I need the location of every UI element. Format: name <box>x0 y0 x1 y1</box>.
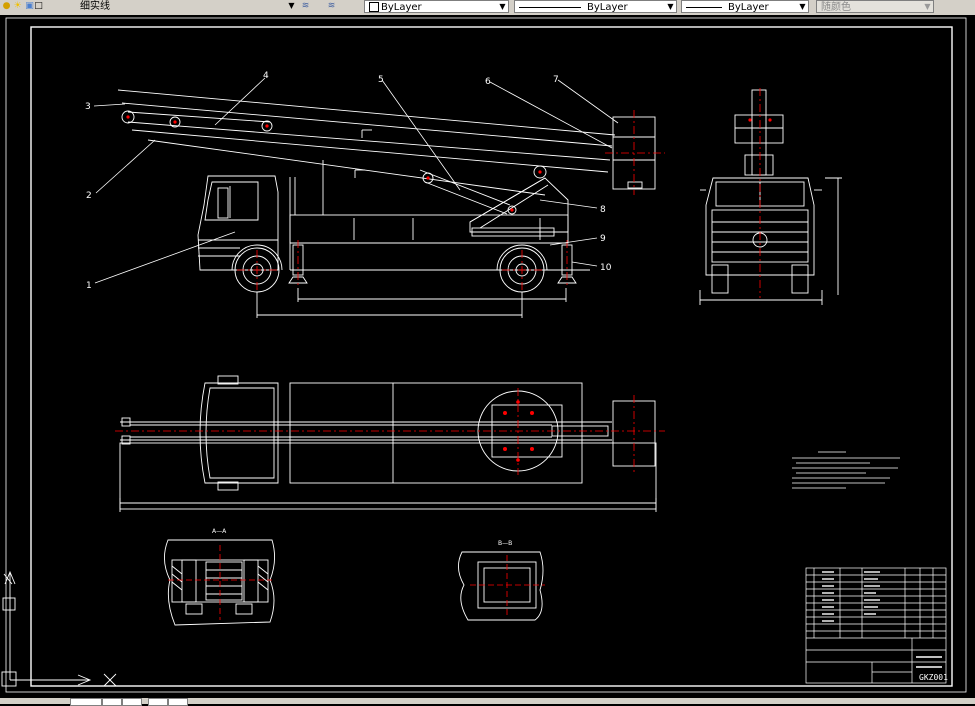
plotstyle-combo: 随颜色 ▼ <box>816 0 934 13</box>
drawing-number: GKZ001 <box>919 673 948 682</box>
color-square-icon[interactable]: □ <box>33 1 44 12</box>
color-combo[interactable]: ByLayer ▼ <box>364 0 509 13</box>
callout-6: 6 <box>485 77 491 87</box>
chevron-down-icon: ▼ <box>924 2 931 11</box>
callout-1: 1 <box>86 281 92 291</box>
plotstyle-combo-value: 随颜色 <box>821 2 851 13</box>
callout-5: 5 <box>378 75 384 85</box>
layer-combo[interactable]: 细实线 ▼ <box>76 0 297 13</box>
layout-tabs-bar <box>0 698 975 706</box>
tab-layout2[interactable] <box>122 698 142 706</box>
tab-layout1[interactable] <box>102 698 122 706</box>
section-a-label: A—A <box>212 528 227 535</box>
callout-9: 9 <box>600 234 606 244</box>
color-swatch-icon <box>369 2 379 12</box>
properties-toolbar: ● ☀ ▣ □ 细实线 ▼ ≋ ≋ ByLayer ▼ ByLayer ▼ By… <box>0 0 975 16</box>
chevron-down-icon[interactable]: ▼ <box>286 0 297 11</box>
section-b-label: B—B <box>498 540 512 547</box>
front-view-pin <box>768 118 772 122</box>
current-layer-label: 细实线 <box>80 1 110 12</box>
tab-model[interactable] <box>70 698 102 706</box>
lineweight-combo-value: ByLayer <box>728 2 769 13</box>
lineweight-combo[interactable]: ByLayer ▼ <box>681 0 809 13</box>
chevron-down-icon[interactable]: ▼ <box>797 1 808 12</box>
drawing-canvas[interactable]: 1 2 3 4 5 6 7 8 9 10 A—A B—B GKZ001 <box>0 15 975 698</box>
front-view-pin <box>748 118 752 122</box>
linetype-combo[interactable]: ByLayer ▼ <box>514 0 677 13</box>
chevron-down-icon[interactable]: ▼ <box>665 1 676 12</box>
color-combo-value: ByLayer <box>381 2 422 13</box>
linetype-sample <box>519 6 581 8</box>
linetype-combo-value: ByLayer <box>587 2 628 13</box>
callout-10: 10 <box>600 263 612 273</box>
layer-states-icon[interactable]: ≋ <box>300 1 311 12</box>
callout-7: 7 <box>553 75 559 85</box>
tab-layout4[interactable] <box>168 698 188 706</box>
callout-3: 3 <box>85 102 91 112</box>
callout-4: 4 <box>263 71 269 81</box>
chevron-down-icon[interactable]: ▼ <box>497 1 508 12</box>
callout-8: 8 <box>600 205 606 215</box>
layer-previous-icon[interactable]: ≋ <box>326 1 337 12</box>
model-space-background <box>0 15 975 698</box>
tab-layout3[interactable] <box>148 698 168 706</box>
sun-icon[interactable]: ☀ <box>12 1 23 12</box>
lineweight-sample <box>686 6 722 8</box>
callout-2: 2 <box>86 191 92 201</box>
layer-on-icon[interactable]: ● <box>1 1 12 12</box>
